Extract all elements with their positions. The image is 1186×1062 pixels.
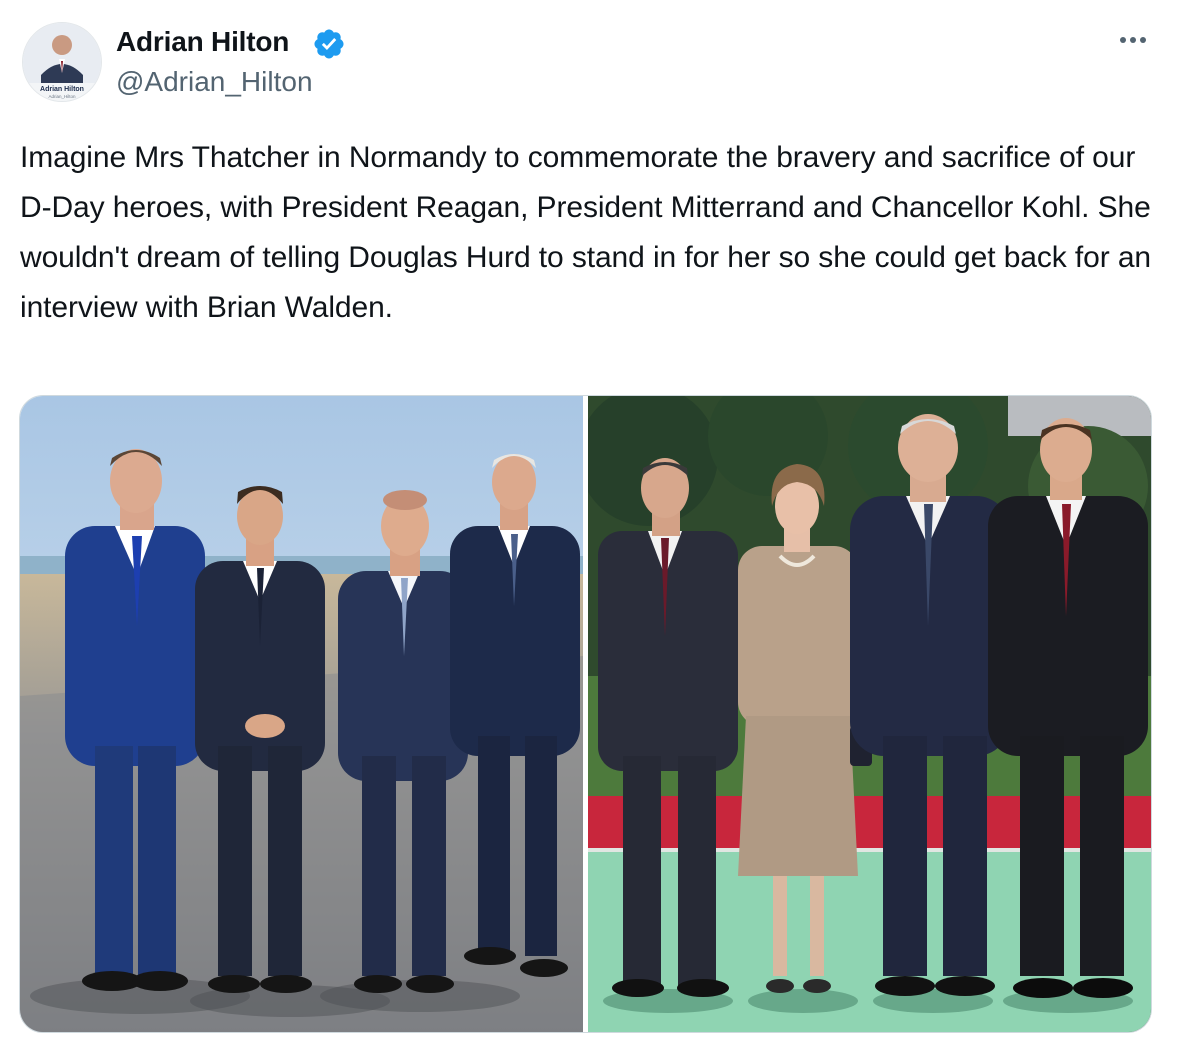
- more-options-icon[interactable]: [1110, 22, 1156, 58]
- svg-text:Adrian_Hilton: Adrian_Hilton: [48, 94, 76, 99]
- more-dot: [1140, 37, 1146, 43]
- author-display-name[interactable]: Adrian Hilton: [116, 24, 289, 60]
- tweet-text: Imagine Mrs Thatcher in Normandy to comm…: [20, 141, 1152, 324]
- more-dot: [1130, 37, 1136, 43]
- author-handle[interactable]: @Adrian_Hilton: [116, 64, 313, 100]
- photo-modern-leaders[interactable]: [20, 396, 583, 1032]
- verified-badge-icon[interactable]: [312, 27, 346, 61]
- more-dot: [1120, 37, 1126, 43]
- tweet-media[interactable]: [19, 395, 1152, 1033]
- photo-historic-leaders[interactable]: [588, 396, 1151, 1032]
- svg-text:Adrian Hilton: Adrian Hilton: [40, 86, 84, 93]
- tweet: Adrian Hilton Adrian_Hilton Adrian Hilto…: [0, 0, 1186, 1062]
- author-avatar[interactable]: Adrian Hilton Adrian_Hilton: [22, 22, 102, 102]
